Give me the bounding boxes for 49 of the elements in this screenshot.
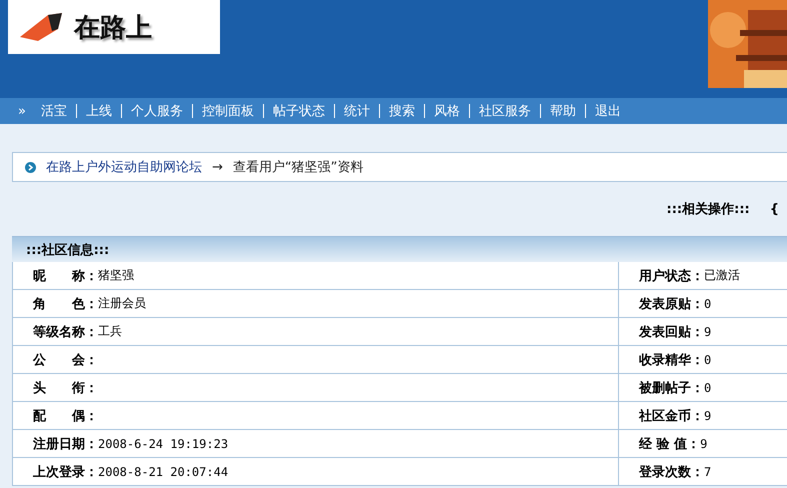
- field-value: 猪坚强: [98, 267, 134, 284]
- field-value: 0: [704, 380, 712, 394]
- field-value: 9: [704, 408, 712, 422]
- field-value: 工兵: [98, 323, 122, 340]
- field-value: 2008-8-21 20:07:44: [98, 464, 228, 478]
- page-title: 查看用户“猪坚强”资料: [232, 159, 364, 176]
- field-label: 上次登录：: [33, 464, 98, 480]
- field-label: 社区金币：: [639, 408, 704, 424]
- actions-title: :::相关操作:::: [666, 200, 750, 218]
- field-value: 7: [704, 464, 712, 478]
- field-label: 发表原贴：: [639, 296, 704, 312]
- field-label: 公 会：: [33, 352, 98, 368]
- nav-link[interactable]: 帖子状态: [264, 102, 334, 120]
- section-header: :::社区信息:::: [12, 236, 787, 262]
- field-label: 头 衔：: [33, 380, 98, 396]
- bullet-icon: [25, 162, 36, 172]
- nav-link[interactable]: 社区服务: [470, 102, 540, 120]
- field-value: 已激活: [704, 267, 740, 284]
- field-label: 用户状态：: [639, 268, 704, 284]
- field-label: 昵 称：: [33, 268, 98, 284]
- field-label: 经 验 值：: [639, 436, 700, 452]
- field-label: 配 偶：: [33, 408, 98, 424]
- field-label: 角 色：: [33, 296, 98, 312]
- field-label: 等级名称：: [33, 324, 98, 340]
- field-value: 2008-6-24 19:19:23: [98, 436, 228, 450]
- actions-brace: {: [770, 202, 779, 216]
- field-label: 被删帖子：: [639, 380, 704, 396]
- field-label: 登录次数：: [639, 464, 704, 480]
- nav-marker: »: [18, 104, 26, 118]
- nav-link[interactable]: 搜索: [380, 102, 424, 120]
- field-label: 注册日期：: [33, 436, 98, 452]
- field-value: 0: [704, 352, 712, 366]
- nav-link[interactable]: 退出: [586, 102, 630, 120]
- breadcrumb-arrow: →: [212, 160, 223, 174]
- nav-link[interactable]: 控制面板: [192, 102, 263, 120]
- forum-link[interactable]: 在路上户外运动自助网论坛: [46, 158, 202, 176]
- field-value: 9: [700, 436, 708, 450]
- nav-link[interactable]: 统计: [334, 102, 379, 120]
- nav-link[interactable]: 个人服务: [122, 102, 192, 120]
- field-label: 发表回贴：: [639, 324, 704, 340]
- logo-text: 在路上: [74, 12, 152, 44]
- nav-link[interactable]: 帮助: [540, 102, 585, 120]
- field-value: 9: [704, 324, 712, 338]
- field-value: 0: [704, 296, 712, 310]
- nav-link[interactable]: 活宝: [32, 102, 76, 120]
- field-label: 收录精华：: [639, 352, 704, 368]
- nav-link[interactable]: 风格: [424, 102, 469, 120]
- nav-link[interactable]: 上线: [76, 102, 121, 120]
- field-value: 注册会员: [98, 295, 146, 312]
